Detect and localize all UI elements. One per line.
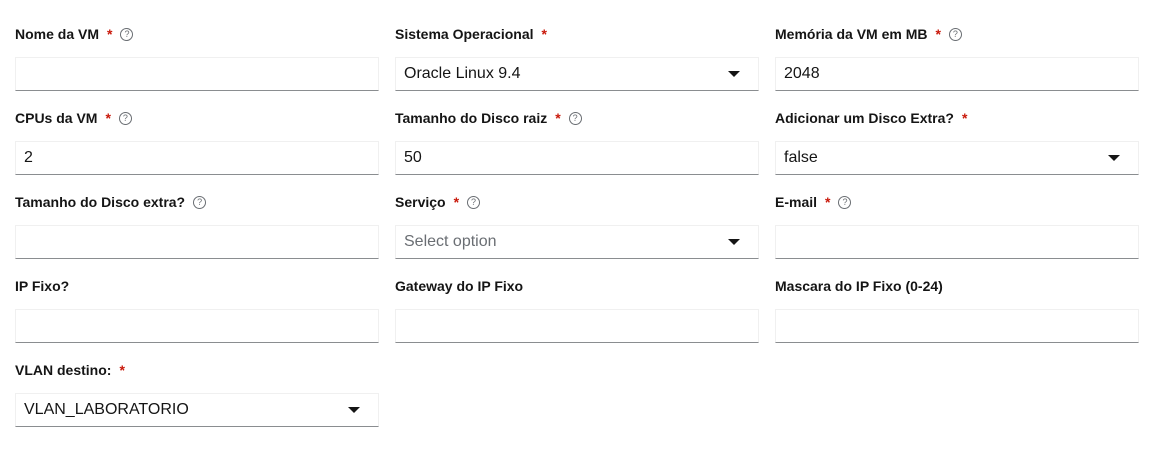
email-label: E-mail xyxy=(775,194,818,210)
caret-down-icon xyxy=(1108,155,1120,161)
mask-label: Mascara do IP Fixo (0-24) xyxy=(775,278,943,294)
help-icon[interactable]: ? xyxy=(568,111,582,125)
root-disk-input[interactable]: 50 xyxy=(395,141,759,175)
fixed-ip-input[interactable] xyxy=(15,309,379,343)
extra-disk-select[interactable]: false xyxy=(775,141,1139,175)
required-asterisk: * xyxy=(453,194,460,210)
help-icon[interactable]: ? xyxy=(120,27,134,41)
field-fixed-ip: IP Fixo? xyxy=(15,276,379,343)
memory-input[interactable]: 2048 xyxy=(775,57,1139,91)
field-cpus: CPUs da VM * ? 2 xyxy=(15,108,379,175)
field-label-row: VLAN destino: * xyxy=(15,360,379,380)
root-disk-label: Tamanho do Disco raiz xyxy=(395,110,548,126)
vm-name-input[interactable] xyxy=(15,57,379,91)
field-extra-disk-toggle: Adicionar um Disco Extra? * false xyxy=(775,108,1139,175)
extra-disk-size-input[interactable] xyxy=(15,225,379,259)
field-service: Serviço * ? Select option xyxy=(395,192,759,259)
field-email: E-mail * ? xyxy=(775,192,1139,259)
field-label-row: Tamanho do Disco raiz * ? xyxy=(395,108,759,128)
extra-disk-size-label: Tamanho do Disco extra? xyxy=(15,194,186,210)
field-label-row: Adicionar um Disco Extra? * xyxy=(775,108,1139,128)
required-asterisk: * xyxy=(935,26,941,42)
gateway-input[interactable] xyxy=(395,309,759,343)
required-asterisk: * xyxy=(825,194,831,210)
vm-name-label: Nome da VM xyxy=(15,26,100,42)
fixed-ip-label: IP Fixo? xyxy=(15,278,70,294)
vlan-selected-value: VLAN_LABORATORIO xyxy=(24,401,189,418)
caret-down-icon xyxy=(728,71,740,77)
os-select[interactable]: Oracle Linux 9.4 xyxy=(395,57,759,91)
required-asterisk: * xyxy=(105,110,111,126)
field-label-row: Gateway do IP Fixo xyxy=(395,276,759,296)
required-asterisk: * xyxy=(555,110,561,126)
service-select[interactable]: Select option xyxy=(395,225,759,259)
os-label: Sistema Operacional xyxy=(395,26,534,42)
field-label-row: Memória da VM em MB * ? xyxy=(775,24,1139,44)
help-icon[interactable]: ? xyxy=(193,195,207,209)
cpus-input[interactable]: 2 xyxy=(15,141,379,175)
mask-input[interactable] xyxy=(775,309,1139,343)
required-asterisk: * xyxy=(961,110,968,126)
memory-label: Memória da VM em MB xyxy=(775,26,928,42)
email-input[interactable] xyxy=(775,225,1139,259)
field-memory: Memória da VM em MB * ? 2048 xyxy=(775,24,1139,91)
cpus-value: 2 xyxy=(24,149,33,166)
vlan-label: VLAN destino: xyxy=(15,362,112,378)
field-label-row: Mascara do IP Fixo (0-24) xyxy=(775,276,1139,296)
memory-value: 2048 xyxy=(784,65,820,82)
field-label-row: CPUs da VM * ? xyxy=(15,108,379,128)
caret-down-icon xyxy=(348,407,360,413)
field-label-row: Nome da VM * ? xyxy=(15,24,379,44)
required-asterisk: * xyxy=(541,26,547,42)
field-vm-name: Nome da VM * ? xyxy=(15,24,379,91)
required-asterisk: * xyxy=(119,362,125,378)
help-icon[interactable]: ? xyxy=(948,27,962,41)
root-disk-value: 50 xyxy=(404,149,422,166)
field-label-row: E-mail * ? xyxy=(775,192,1139,212)
help-icon[interactable]: ? xyxy=(838,195,852,209)
extra-disk-selected-value: false xyxy=(784,149,818,166)
field-extra-disk-size: Tamanho do Disco extra? ? xyxy=(15,192,379,259)
vlan-select[interactable]: VLAN_LABORATORIO xyxy=(15,393,379,427)
service-placeholder: Select option xyxy=(404,233,497,250)
field-label-row: Tamanho do Disco extra? ? xyxy=(15,192,379,212)
required-asterisk: * xyxy=(107,26,113,42)
field-gateway: Gateway do IP Fixo xyxy=(395,276,759,343)
caret-down-icon xyxy=(728,239,740,245)
field-label-row: Serviço * ? xyxy=(395,192,759,212)
field-mask: Mascara do IP Fixo (0-24) xyxy=(775,276,1139,343)
field-label-row: IP Fixo? xyxy=(15,276,379,296)
os-selected-value: Oracle Linux 9.4 xyxy=(404,65,521,82)
help-icon[interactable]: ? xyxy=(118,111,132,125)
help-icon[interactable]: ? xyxy=(467,195,481,209)
field-root-disk: Tamanho do Disco raiz * ? 50 xyxy=(395,108,759,175)
field-os: Sistema Operacional * Oracle Linux 9.4 xyxy=(395,24,759,91)
extra-disk-toggle-label: Adicionar um Disco Extra? xyxy=(775,110,954,126)
field-label-row: Sistema Operacional * xyxy=(395,24,759,44)
gateway-label: Gateway do IP Fixo xyxy=(395,278,524,294)
field-vlan: VLAN destino: * VLAN_LABORATORIO xyxy=(15,360,379,427)
service-label: Serviço xyxy=(395,194,446,210)
cpus-label: CPUs da VM xyxy=(15,110,98,126)
